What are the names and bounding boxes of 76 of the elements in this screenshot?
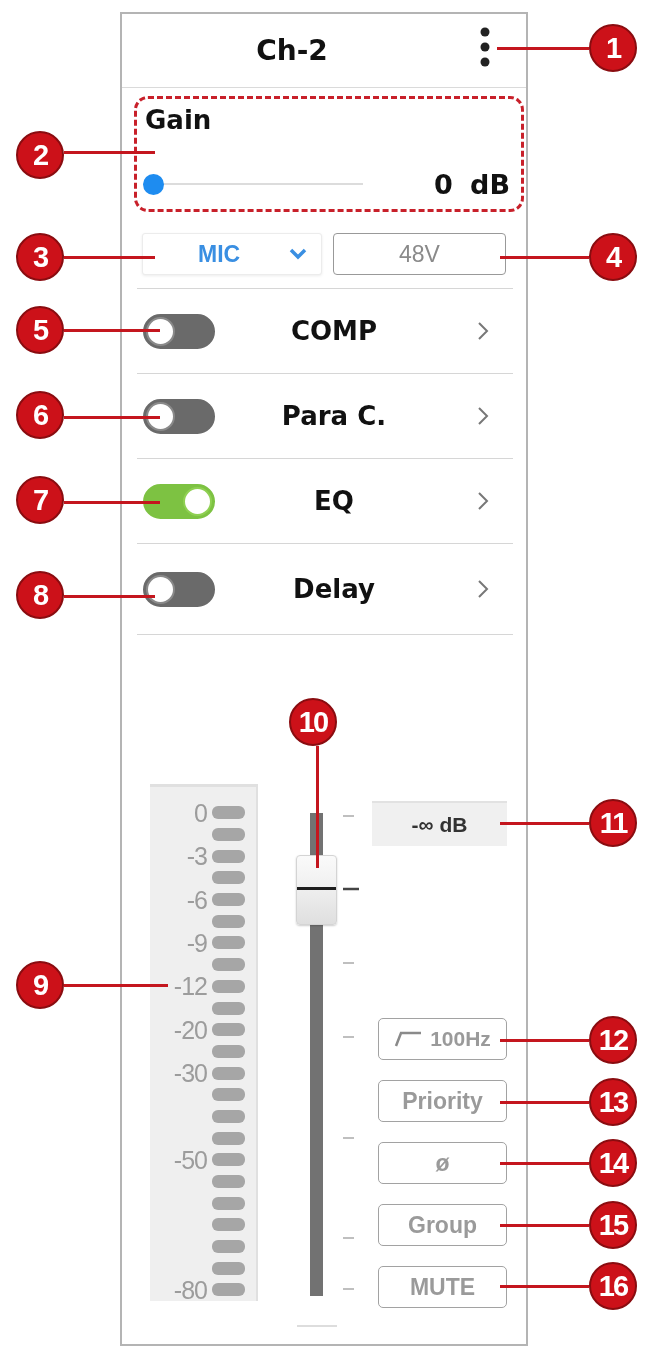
chevron-right-icon[interactable] xyxy=(477,321,489,341)
led-segment xyxy=(212,958,245,972)
fader-knob[interactable] xyxy=(296,855,337,926)
led-segment xyxy=(212,1001,245,1015)
filter-button[interactable]: 100Hz xyxy=(378,1018,507,1060)
source-dropdown[interactable]: MIC xyxy=(142,233,322,275)
led-segment xyxy=(212,936,245,950)
channel-title: Ch-2 xyxy=(255,36,329,65)
channel-button[interactable]: Group xyxy=(378,1204,507,1246)
led-segment xyxy=(212,1240,245,1254)
led-segment xyxy=(212,979,245,993)
channel-button[interactable]: ø xyxy=(378,1142,507,1184)
meter-scale-label: -80 xyxy=(173,1278,207,1301)
gain-reading: 0 dB xyxy=(433,170,510,198)
led-segment xyxy=(212,1023,245,1037)
chevron-right-icon[interactable] xyxy=(477,491,489,511)
module-label: EQ xyxy=(313,488,355,514)
callout-marker: 14 xyxy=(589,1139,637,1187)
led-segment xyxy=(212,1175,245,1189)
callout-marker: 7 xyxy=(16,476,64,524)
high-pass-curve-icon xyxy=(394,1031,423,1047)
led-segment xyxy=(212,828,245,842)
meter-scale-label: -30 xyxy=(173,1062,207,1085)
callout-marker: 8 xyxy=(16,571,64,619)
chevron-down-icon xyxy=(289,248,307,260)
led-segment xyxy=(212,849,245,863)
callout-marker: 16 xyxy=(589,1262,637,1310)
callout-marker: 9 xyxy=(16,961,64,1009)
callout-marker: 2 xyxy=(16,131,64,179)
callout-marker: 12 xyxy=(589,1016,637,1064)
module-label: Para C. xyxy=(280,403,388,429)
meter-scale-label: -9 xyxy=(186,931,207,954)
led-segment xyxy=(212,1088,245,1102)
callout-marker: 1 xyxy=(589,24,637,72)
more-button[interactable] xyxy=(479,26,491,67)
led-segment xyxy=(212,1109,245,1123)
callout-marker: 3 xyxy=(16,233,64,281)
toggle-switch[interactable] xyxy=(143,571,215,607)
meter-scale-label: -3 xyxy=(186,845,207,868)
led-segment xyxy=(212,893,245,907)
callout-marker: 5 xyxy=(16,306,64,354)
led-segment xyxy=(212,871,245,885)
meter-scale-label: -12 xyxy=(173,975,207,998)
led-segment xyxy=(212,1283,245,1297)
callout-marker: 13 xyxy=(589,1078,637,1126)
meter-scale-label: -6 xyxy=(186,888,207,911)
more-vertical-icon xyxy=(479,26,491,67)
led-segment xyxy=(212,1196,245,1210)
led-segment xyxy=(212,806,245,820)
toggle-switch[interactable] xyxy=(143,398,215,434)
fader-level-readout: -∞ dB xyxy=(372,801,507,846)
channel-button[interactable]: MUTE xyxy=(378,1266,507,1308)
meter-scale-label: -20 xyxy=(173,1018,207,1041)
callout-marker: 6 xyxy=(16,391,64,439)
toggle-switch[interactable] xyxy=(143,483,215,519)
module-label: COMP xyxy=(289,318,379,344)
led-segment xyxy=(212,1261,245,1275)
toggle-switch[interactable] xyxy=(143,313,215,349)
led-segment xyxy=(212,1044,245,1058)
callout-marker: 4 xyxy=(589,233,637,281)
led-segment xyxy=(212,1153,245,1167)
gain-label: Gain xyxy=(144,107,213,133)
chevron-right-icon[interactable] xyxy=(477,579,489,599)
phantom-power-button[interactable]: 48V xyxy=(333,233,506,275)
meter-scale-label: -50 xyxy=(173,1148,207,1171)
meter-scale-label: 0 xyxy=(194,801,207,824)
led-segment xyxy=(212,1131,245,1145)
chevron-right-icon[interactable] xyxy=(477,406,489,426)
led-segment xyxy=(212,1066,245,1080)
led-segment xyxy=(212,914,245,928)
channel-button[interactable]: Priority xyxy=(378,1080,507,1122)
callout-marker: 15 xyxy=(589,1201,637,1249)
led-segment xyxy=(212,1218,245,1232)
module-label: Delay xyxy=(292,576,376,602)
slider-thumb[interactable] xyxy=(143,173,164,195)
callout-marker: 11 xyxy=(589,799,637,847)
